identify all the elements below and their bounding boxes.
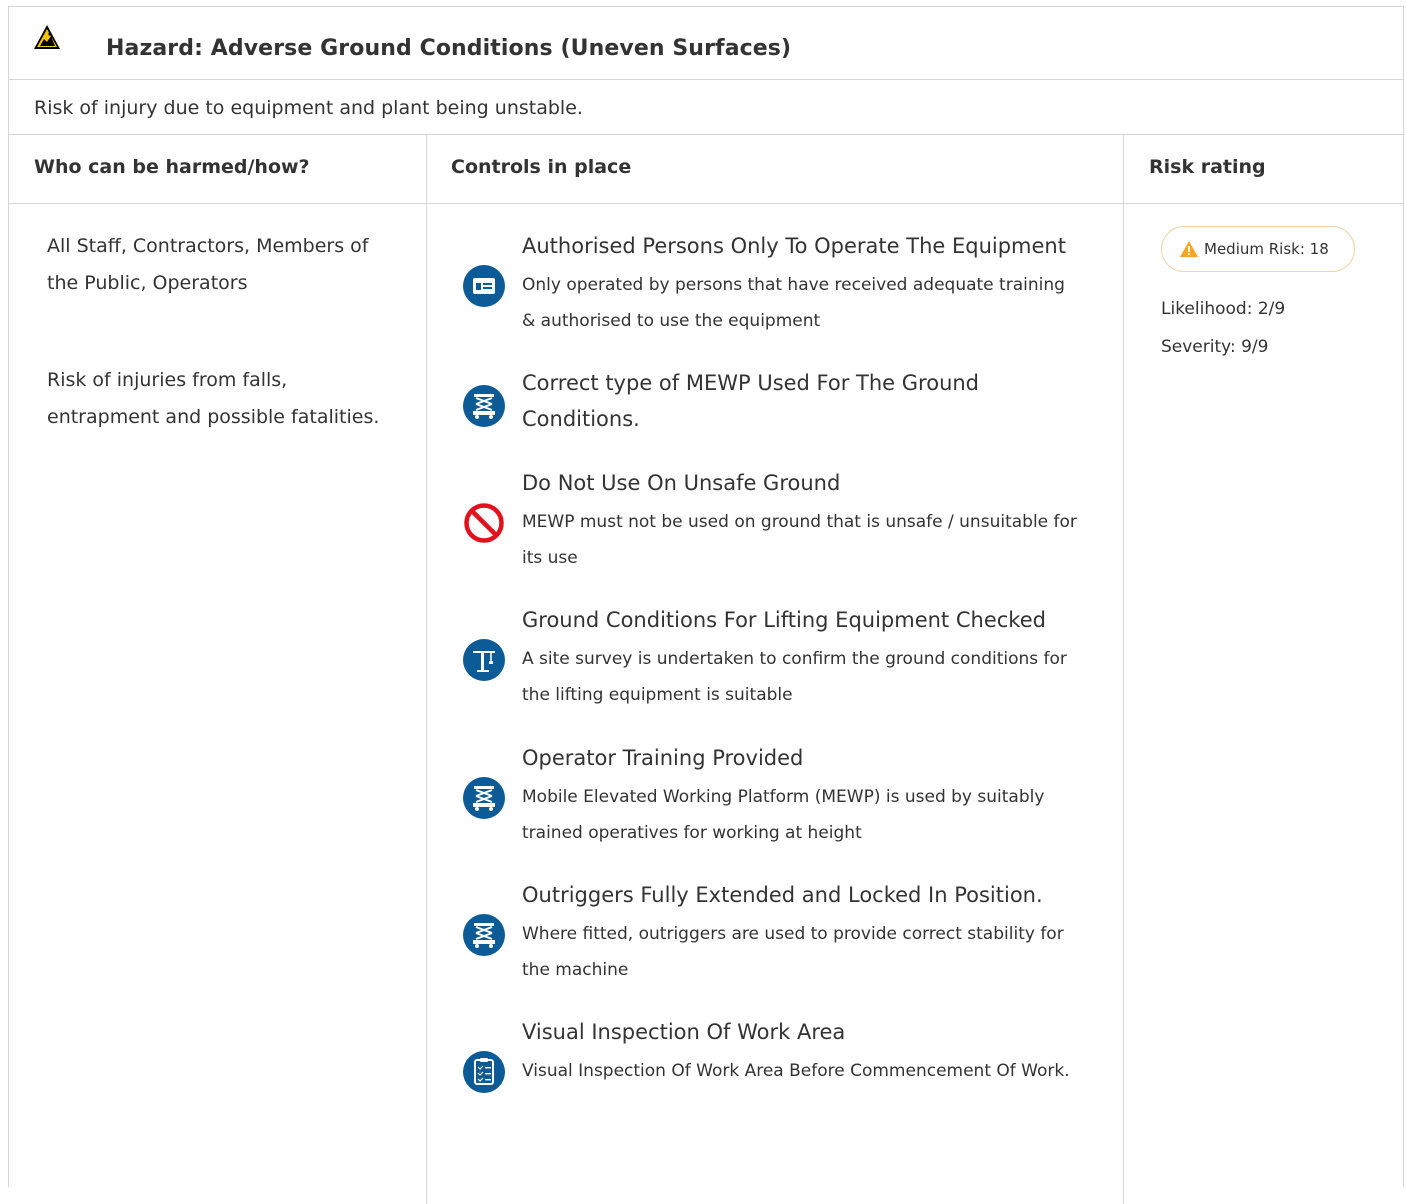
control-title: Do Not Use On Unsafe Ground [522,471,841,495]
control-title: Visual Inspection Of Work Area [522,1020,846,1044]
hazard-description: Risk of injury due to equipment and plan… [9,80,1403,135]
control-title: Correct type of MEWP Used For The Ground… [522,371,980,431]
risk-badge: Medium Risk: 18 [1161,226,1355,272]
likelihood: Likelihood: 2/9 [1161,299,1286,319]
scissor-lift-icon [463,777,505,819]
column-divider [426,135,427,203]
column-divider [1123,204,1124,1204]
id-card-icon [463,265,505,307]
hazard-title: Hazard: Adverse Ground Conditions (Uneve… [106,36,792,61]
risk-badge-label: Medium Risk: 18 [1204,240,1329,258]
column-header-controls: Controls in place [451,156,632,178]
hazard-description-text: Risk of injury due to equipment and plan… [34,97,583,119]
control-detail: A site survey is undertaken to confirm t… [522,649,1067,705]
who-people: All Staff, Contractors, Members of the P… [47,235,369,294]
control-title: Outriggers Fully Extended and Locked In … [522,883,1043,907]
hazard-card: Hazard: Adverse Ground Conditions (Uneve… [8,6,1404,1204]
control-title: Operator Training Provided [522,746,804,770]
control-detail: Only operated by persons that have recei… [522,275,1065,331]
clipboard-icon [463,1051,505,1093]
hazard-header: Hazard: Adverse Ground Conditions (Uneve… [9,7,1403,80]
who-how: Risk of injuries from falls, entrapment … [47,369,380,428]
column-header-rating: Risk rating [1149,156,1266,178]
control-detail: Where fitted, outriggers are used to pro… [522,924,1064,980]
prohibition-icon [464,503,504,543]
column-divider [1123,135,1124,203]
scissor-lift-icon [463,914,505,956]
table-header: Who can be harmed/how? Controls in place… [9,135,1403,204]
severity: Severity: 9/9 [1161,337,1269,357]
column-divider [426,204,427,1204]
warning-icon [1180,241,1198,257]
control-detail: Mobile Elevated Working Platform (MEWP) … [522,787,1045,843]
ground-hazard-icon [34,25,60,49]
control-detail: Visual Inspection Of Work Area Before Co… [522,1061,1070,1081]
scissor-lift-icon [463,385,505,427]
control-title: Authorised Persons Only To Operate The E… [522,234,1066,258]
column-header-who: Who can be harmed/how? [34,156,310,178]
table-body: All Staff, Contractors, Members of the P… [9,204,1403,1204]
control-title: Ground Conditions For Lifting Equipment … [522,608,1046,632]
crane-icon [463,639,505,681]
control-detail: MEWP must not be used on ground that is … [522,512,1077,568]
